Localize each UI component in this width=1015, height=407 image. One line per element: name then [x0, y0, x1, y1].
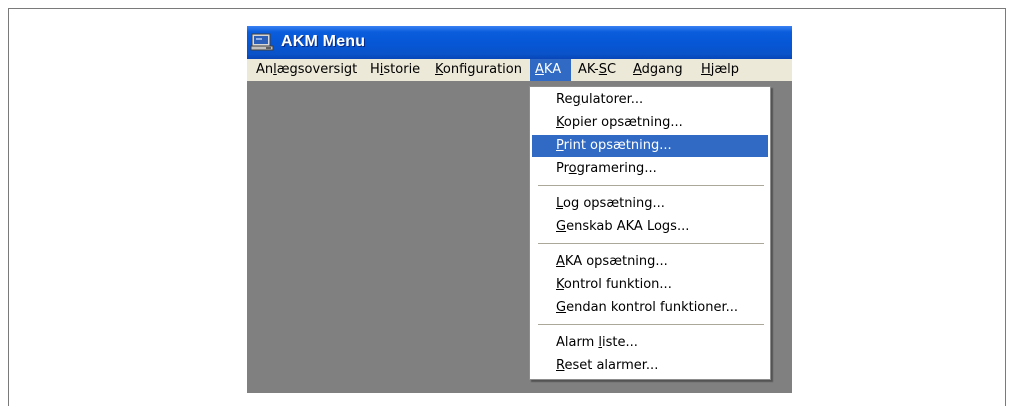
aka-dropdown-menu: Regulatorer... Kopier opsætning... Print…	[529, 86, 771, 380]
menu-item-reset-alarmer[interactable]: Reset alarmer...	[532, 355, 768, 377]
menu-separator	[538, 324, 764, 325]
menu-item-print-opsaetning[interactable]: Print opsætning...	[532, 135, 768, 157]
menu-aka[interactable]: AKA	[530, 59, 571, 81]
app-monitor-icon	[250, 33, 276, 53]
menu-ak-sc[interactable]: AK-SC	[573, 59, 621, 81]
menu-anlaegsoversigt[interactable]: Anlægsoversigt	[251, 59, 362, 81]
menu-historie[interactable]: Historie	[365, 59, 425, 81]
menu-item-log-opsaetning[interactable]: Log opsætning...	[532, 193, 768, 215]
menu-item-gendan-kontrol-funktioner[interactable]: Gendan kontrol funktioner...	[532, 297, 768, 319]
menu-item-regulatorer[interactable]: Regulatorer...	[532, 89, 768, 111]
menu-konfiguration[interactable]: Konfiguration	[430, 59, 527, 81]
menu-item-kontrol-funktion[interactable]: Kontrol funktion...	[532, 274, 768, 296]
menu-item-alarm-liste[interactable]: Alarm liste...	[532, 332, 768, 354]
title-bar[interactable]: AKM Menu	[247, 26, 792, 59]
menu-item-kopier-opsaetning[interactable]: Kopier opsætning...	[532, 112, 768, 134]
menu-hjaelp[interactable]: Hjælp	[696, 59, 744, 81]
menu-adgang[interactable]: Adgang	[628, 59, 688, 81]
menu-bar: Anlægsoversigt Historie Konfiguration AK…	[247, 59, 792, 81]
menu-separator	[538, 243, 764, 244]
menu-item-genskab-aka-logs[interactable]: Genskab AKA Logs...	[532, 216, 768, 238]
window-title: AKM Menu	[281, 33, 366, 50]
menu-item-programering[interactable]: Programering...	[532, 158, 768, 180]
menu-item-aka-opsaetning[interactable]: AKA opsætning...	[532, 251, 768, 273]
menu-separator	[538, 185, 764, 186]
